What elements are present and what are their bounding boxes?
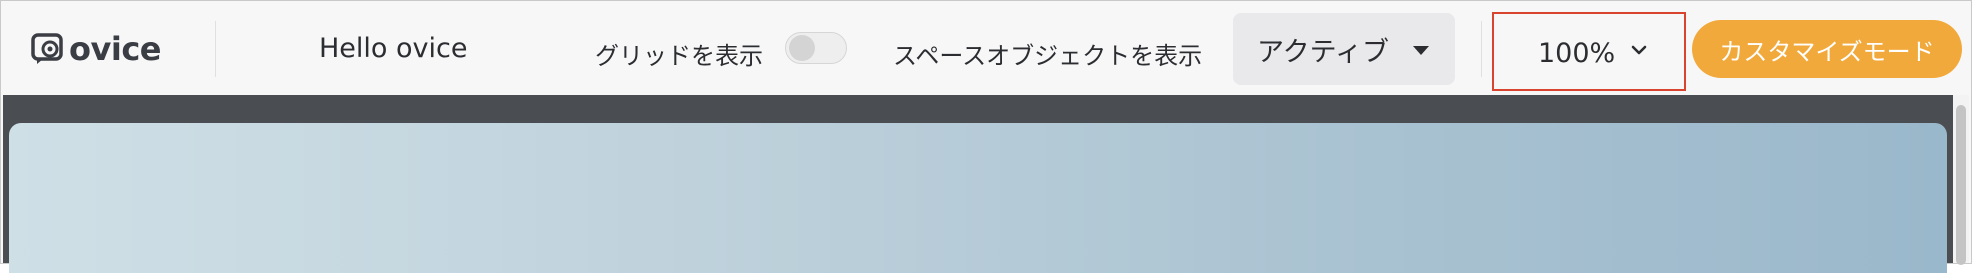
status-dropdown[interactable]: アクティブ [1233,13,1455,85]
customize-mode-button[interactable]: カスタマイズモード [1692,20,1962,78]
zoom-value: 100% [1538,38,1616,69]
scrollbar-thumb[interactable] [1956,105,1966,265]
caret-down-icon [1413,46,1429,55]
toolbar-divider [1481,21,1482,77]
logo[interactable]: ovice [31,29,161,69]
chevron-down-icon [1631,45,1647,55]
grid-toggle-knob [789,35,815,61]
status-dropdown-value: アクティブ [1257,36,1390,68]
grid-toggle[interactable] [785,32,847,64]
space-object-toggle-label: スペースオブジェクトを表示 [893,42,1203,70]
grid-toggle-label: グリッドを表示 [595,42,763,70]
vertical-scrollbar[interactable] [1953,95,1969,265]
space-canvas[interactable] [3,95,1953,273]
zoom-dropdown[interactable]: 100% [1492,12,1686,91]
space-name: Hello ovice [319,33,468,64]
space-map[interactable] [9,123,1947,273]
ovice-logo-icon [31,33,63,64]
toolbar-divider [215,21,216,77]
top-toolbar: ovice Hello ovice グリッドを表示 スペースオブジェクトを表示 … [3,3,1969,95]
logo-text: ovice [69,30,161,68]
